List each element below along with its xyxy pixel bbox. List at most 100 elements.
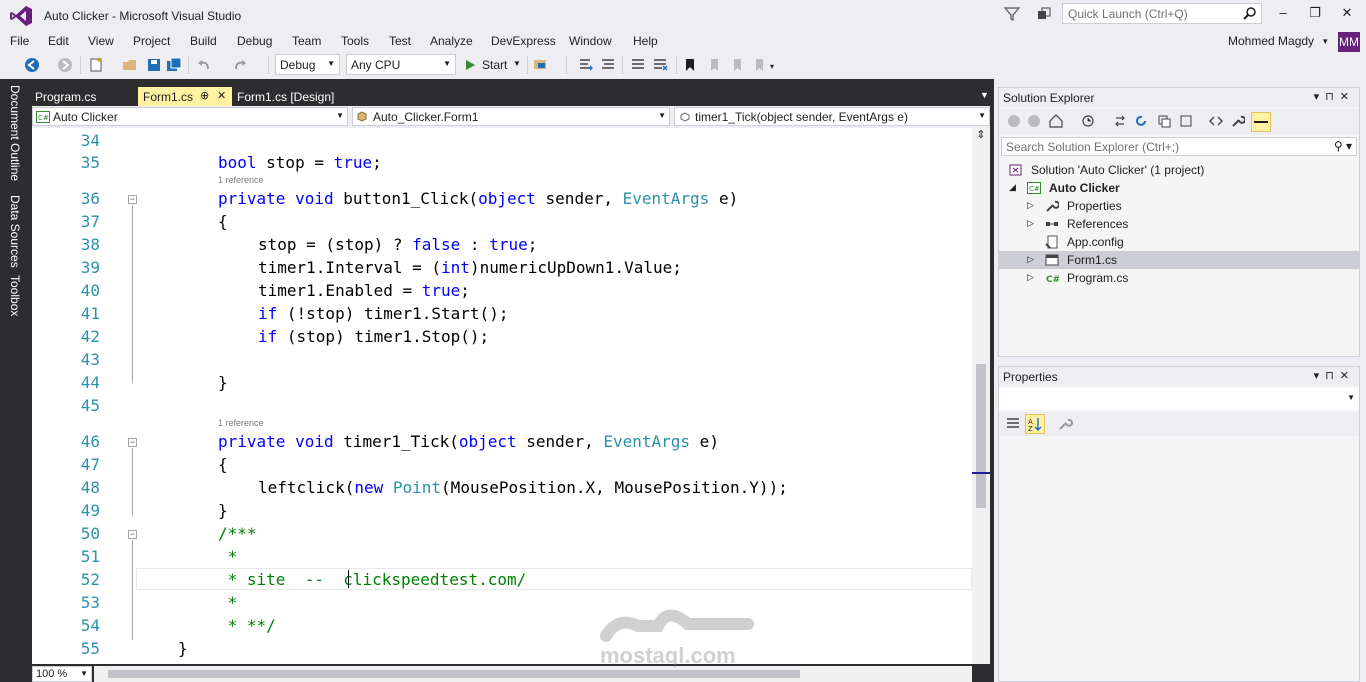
pending-changes-filter-icon[interactable] bbox=[1081, 114, 1095, 128]
scrollbar-thumb[interactable] bbox=[976, 364, 986, 508]
project-dropdown[interactable]: C# Auto Clicker ▼ bbox=[32, 107, 348, 126]
feedback-icon[interactable] bbox=[1036, 6, 1052, 22]
view-code-icon[interactable] bbox=[1209, 114, 1223, 128]
menu-debug[interactable]: Debug bbox=[237, 34, 272, 48]
menu-window[interactable]: Window bbox=[569, 34, 612, 48]
scrollbar-thumb[interactable] bbox=[108, 670, 800, 678]
sync-icon[interactable] bbox=[1113, 114, 1127, 128]
properties-object-dropdown[interactable]: ▼ bbox=[999, 388, 1359, 410]
tree-item-solution[interactable]: Solution 'Auto Clicker' (1 project) bbox=[999, 161, 1359, 179]
code-line-53: * bbox=[218, 593, 238, 612]
class-dropdown[interactable]: Auto_Clicker.Form1 ▼ bbox=[352, 107, 670, 126]
menu-help[interactable]: Help bbox=[633, 34, 658, 48]
clear-bookmarks-icon[interactable] bbox=[752, 57, 768, 73]
comment-lines-icon[interactable] bbox=[630, 57, 646, 73]
preview-selected-items-button[interactable] bbox=[1251, 112, 1271, 132]
tree-item-project[interactable]: ◢ C# Auto Clicker bbox=[999, 179, 1359, 197]
previous-bookmark-icon[interactable] bbox=[706, 57, 722, 73]
collapse-icon[interactable]: − bbox=[128, 530, 137, 539]
navigate-back-icon[interactable] bbox=[24, 57, 40, 73]
menu-project[interactable]: Project bbox=[133, 34, 170, 48]
menu-analyze[interactable]: Analyze bbox=[430, 34, 473, 48]
collapsed-arrow-icon[interactable]: ▷ bbox=[1027, 218, 1034, 229]
undo-icon[interactable] bbox=[196, 57, 212, 73]
properties-wrench-icon[interactable] bbox=[1231, 114, 1245, 128]
avatar[interactable]: MM bbox=[1338, 32, 1360, 52]
tree-item-program-cs[interactable]: ▷ C# Program.cs bbox=[999, 269, 1359, 287]
show-all-files-icon[interactable] bbox=[1179, 114, 1193, 128]
solution-platform-dropdown[interactable]: Any CPU ▼ bbox=[346, 54, 456, 75]
bookmark-icon[interactable] bbox=[682, 57, 698, 73]
categorized-icon[interactable] bbox=[1005, 416, 1021, 432]
home-icon[interactable] bbox=[1049, 114, 1063, 128]
tab-program-cs[interactable]: Program.cs bbox=[30, 87, 136, 106]
menu-tools[interactable]: Tools bbox=[341, 34, 369, 48]
align-icon[interactable] bbox=[600, 57, 616, 73]
close-icon[interactable]: ✕ bbox=[217, 89, 226, 102]
open-file-icon[interactable] bbox=[122, 57, 138, 73]
menu-team[interactable]: Team bbox=[292, 34, 321, 48]
uncomment-lines-icon[interactable] bbox=[652, 57, 668, 73]
save-all-icon[interactable] bbox=[166, 57, 182, 73]
line-number: 47 bbox=[80, 455, 100, 474]
property-pages-wrench-icon[interactable] bbox=[1057, 416, 1073, 432]
document-outline-tab[interactable]: Document Outline bbox=[8, 85, 22, 181]
step-icon[interactable] bbox=[578, 57, 594, 73]
menu-file[interactable]: File bbox=[10, 34, 29, 48]
alphabetical-button[interactable]: AZ bbox=[1025, 414, 1045, 434]
tab-form1-cs[interactable]: Form1.cs ⊕ ✕ bbox=[138, 87, 232, 106]
split-window-icon[interactable]: ⇕ bbox=[972, 128, 990, 142]
tab-form1-design[interactable]: Form1.cs [Design] bbox=[232, 87, 350, 106]
user-menu-chevron-icon[interactable]: ▾ bbox=[1323, 36, 1328, 47]
pin-icon[interactable]: ⊕ bbox=[200, 89, 209, 102]
find-in-files-icon[interactable] bbox=[533, 57, 549, 73]
expanded-arrow-icon[interactable]: ◢ bbox=[1009, 182, 1016, 193]
collapsed-arrow-icon[interactable]: ▷ bbox=[1027, 200, 1034, 211]
tree-item-properties[interactable]: ▷ Properties bbox=[999, 197, 1359, 215]
toolbar-overflow-icon[interactable]: ▾ bbox=[770, 62, 774, 71]
panel-window-buttons[interactable]: ▾⊓✕ bbox=[1314, 90, 1355, 103]
collapsed-arrow-icon[interactable]: ▷ bbox=[1027, 272, 1034, 283]
data-sources-tab[interactable]: Data Sources bbox=[8, 195, 22, 268]
tab-overflow-chevron-icon[interactable]: ▼ bbox=[980, 90, 989, 100]
close-button[interactable]: ✕ bbox=[1340, 6, 1354, 20]
zoom-dropdown[interactable]: 100 % ▼ bbox=[32, 666, 92, 682]
redo-icon[interactable] bbox=[232, 57, 248, 73]
editor-vertical-scrollbar[interactable] bbox=[972, 128, 990, 664]
menu-edit[interactable]: Edit bbox=[48, 34, 69, 48]
next-bookmark-icon[interactable] bbox=[730, 57, 746, 73]
minimize-button[interactable]: – bbox=[1276, 6, 1290, 20]
menu-build[interactable]: Build bbox=[190, 34, 217, 48]
collapse-icon[interactable]: − bbox=[128, 195, 137, 204]
quick-launch-input[interactable]: Quick Launch (Ctrl+Q) bbox=[1062, 3, 1262, 24]
collapse-icon[interactable]: − bbox=[128, 438, 137, 447]
menu-view[interactable]: View bbox=[88, 34, 114, 48]
save-icon[interactable] bbox=[146, 57, 162, 73]
menu-test[interactable]: Test bbox=[389, 34, 411, 48]
member-dropdown[interactable]: timer1_Tick(object sender, EventArgs e) ▼ bbox=[674, 107, 990, 126]
tree-item-app-config[interactable]: App.config bbox=[999, 233, 1359, 251]
editor-horizontal-scrollbar[interactable] bbox=[94, 666, 972, 682]
code-editor[interactable]: 34 35 36 37 38 39 40 41 42 43 44 45 46 4… bbox=[32, 128, 972, 664]
user-name[interactable]: Mohmed Magdy bbox=[1228, 34, 1314, 48]
panel-window-buttons[interactable]: ▾⊓✕ bbox=[1314, 369, 1355, 382]
refresh-icon[interactable] bbox=[1134, 114, 1148, 128]
codelens-references[interactable]: 1 reference bbox=[218, 175, 264, 185]
toolbox-tab[interactable]: Toolbox bbox=[8, 275, 22, 316]
back-icon[interactable] bbox=[1007, 114, 1021, 128]
filter-icon[interactable] bbox=[1004, 6, 1020, 22]
solution-explorer-search-input[interactable]: Search Solution Explorer (Ctrl+;) ⚲ ▾ bbox=[1001, 137, 1357, 156]
solution-configuration-dropdown[interactable]: Debug ▼ bbox=[275, 54, 340, 75]
tree-item-references[interactable]: ▷ References bbox=[999, 215, 1359, 233]
svg-text:C#: C# bbox=[38, 114, 49, 122]
start-button[interactable]: Start ▼ bbox=[462, 56, 524, 74]
new-project-icon[interactable] bbox=[88, 57, 104, 73]
codelens-references[interactable]: 1 reference bbox=[218, 418, 264, 428]
collapsed-arrow-icon[interactable]: ▷ bbox=[1027, 254, 1034, 265]
tree-item-form1-cs[interactable]: ▷ Form1.cs bbox=[999, 251, 1359, 269]
restore-button[interactable]: ❐ bbox=[1308, 6, 1322, 20]
forward-icon[interactable] bbox=[1027, 114, 1041, 128]
menu-devexpress[interactable]: DevExpress bbox=[491, 34, 556, 48]
collapse-all-icon[interactable] bbox=[1157, 114, 1171, 128]
navigate-forward-icon[interactable] bbox=[57, 57, 73, 73]
